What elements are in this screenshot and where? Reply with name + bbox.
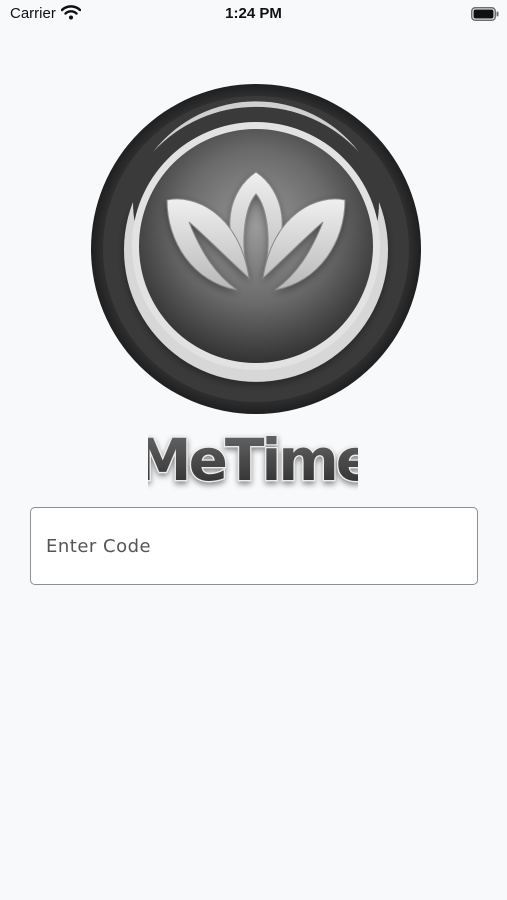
status-time: 1:24 PM [225,5,282,22]
wordmark-text: MeTime [148,426,358,492]
battery-icon [471,7,499,26]
lotus-logo [89,82,423,421]
enter-code-input[interactable] [30,507,478,585]
status-bar: Carrier 1:24 PM [0,0,507,28]
metime-wordmark: MeTime [133,420,377,497]
